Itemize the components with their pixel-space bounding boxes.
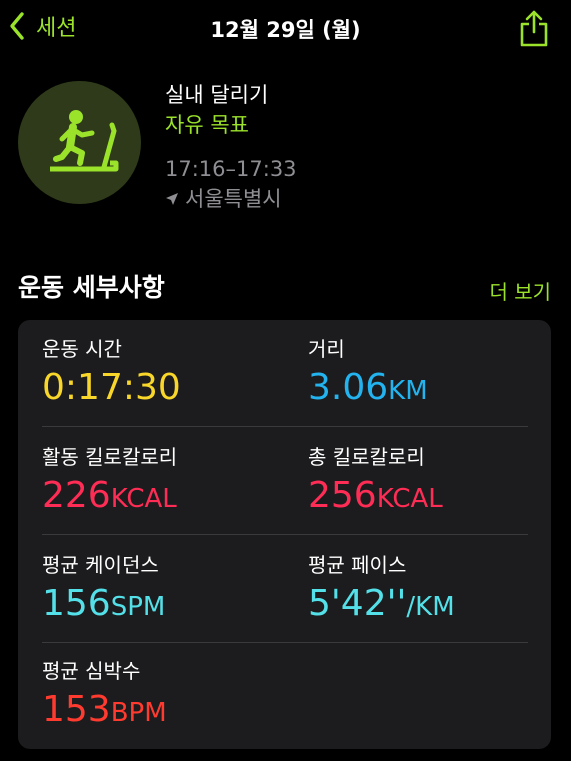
treadmill-runner-icon	[50, 110, 119, 172]
page-title: 12월 29일 (월)	[210, 18, 361, 42]
show-more-link[interactable]: 더 보기	[489, 276, 551, 305]
metric-value: 156SPM	[42, 583, 166, 624]
metric-heart-rate: 평균 심박수 153BPM	[42, 658, 167, 735]
metric-label: 평균 페이스	[308, 553, 407, 577]
metric-total-calories: 총 킬로칼로리 256KCAL	[308, 444, 443, 521]
workout-details-card: 운동 시간 0:17:30 거리 3.06KM 활동 킬로칼로리 226KCAL…	[18, 320, 551, 749]
metric-value: 153BPM	[42, 689, 167, 730]
location-arrow-icon	[166, 193, 178, 205]
divider	[42, 426, 528, 427]
metric-pace: 평균 페이스 5'42''/KM	[308, 552, 455, 629]
metric-label: 거리	[308, 337, 345, 361]
divider	[42, 534, 528, 535]
share-icon[interactable]	[518, 8, 550, 48]
metric-cadence: 평균 케이던스 156SPM	[42, 552, 165, 629]
workout-icon-badge	[18, 81, 141, 204]
workout-goal: 자유 목표	[165, 113, 249, 137]
metric-label: 평균 심박수	[42, 659, 141, 683]
workout-summary: 실내 달리기 자유 목표 17:16–17:33 서울특별시	[165, 80, 297, 214]
metric-label: 운동 시간	[42, 337, 122, 361]
workout-time-range: 17:16–17:33	[165, 157, 297, 181]
divider	[42, 642, 528, 643]
metric-active-calories: 활동 킬로칼로리 226KCAL	[42, 444, 177, 521]
metric-value: 256KCAL	[308, 475, 443, 516]
metric-value: 3.06KM	[308, 367, 428, 408]
metric-value: 226KCAL	[42, 475, 177, 516]
metric-distance: 거리 3.06KM	[308, 336, 428, 413]
metric-label: 활동 킬로칼로리	[42, 445, 178, 469]
location-label: 서울특별시	[185, 187, 282, 211]
metric-label: 총 킬로칼로리	[308, 445, 425, 469]
metric-value: 0:17:30	[42, 367, 181, 408]
navigation-bar: 세션 12월 29일 (월)	[0, 0, 571, 56]
workout-location: 서울특별시	[165, 184, 297, 214]
section-title: 운동 세부사항	[18, 273, 165, 302]
metric-label: 평균 케이던스	[42, 553, 159, 577]
metric-value: 5'42''/KM	[308, 583, 455, 624]
workout-name: 실내 달리기	[165, 83, 269, 107]
metric-duration: 운동 시간 0:17:30	[42, 336, 181, 413]
